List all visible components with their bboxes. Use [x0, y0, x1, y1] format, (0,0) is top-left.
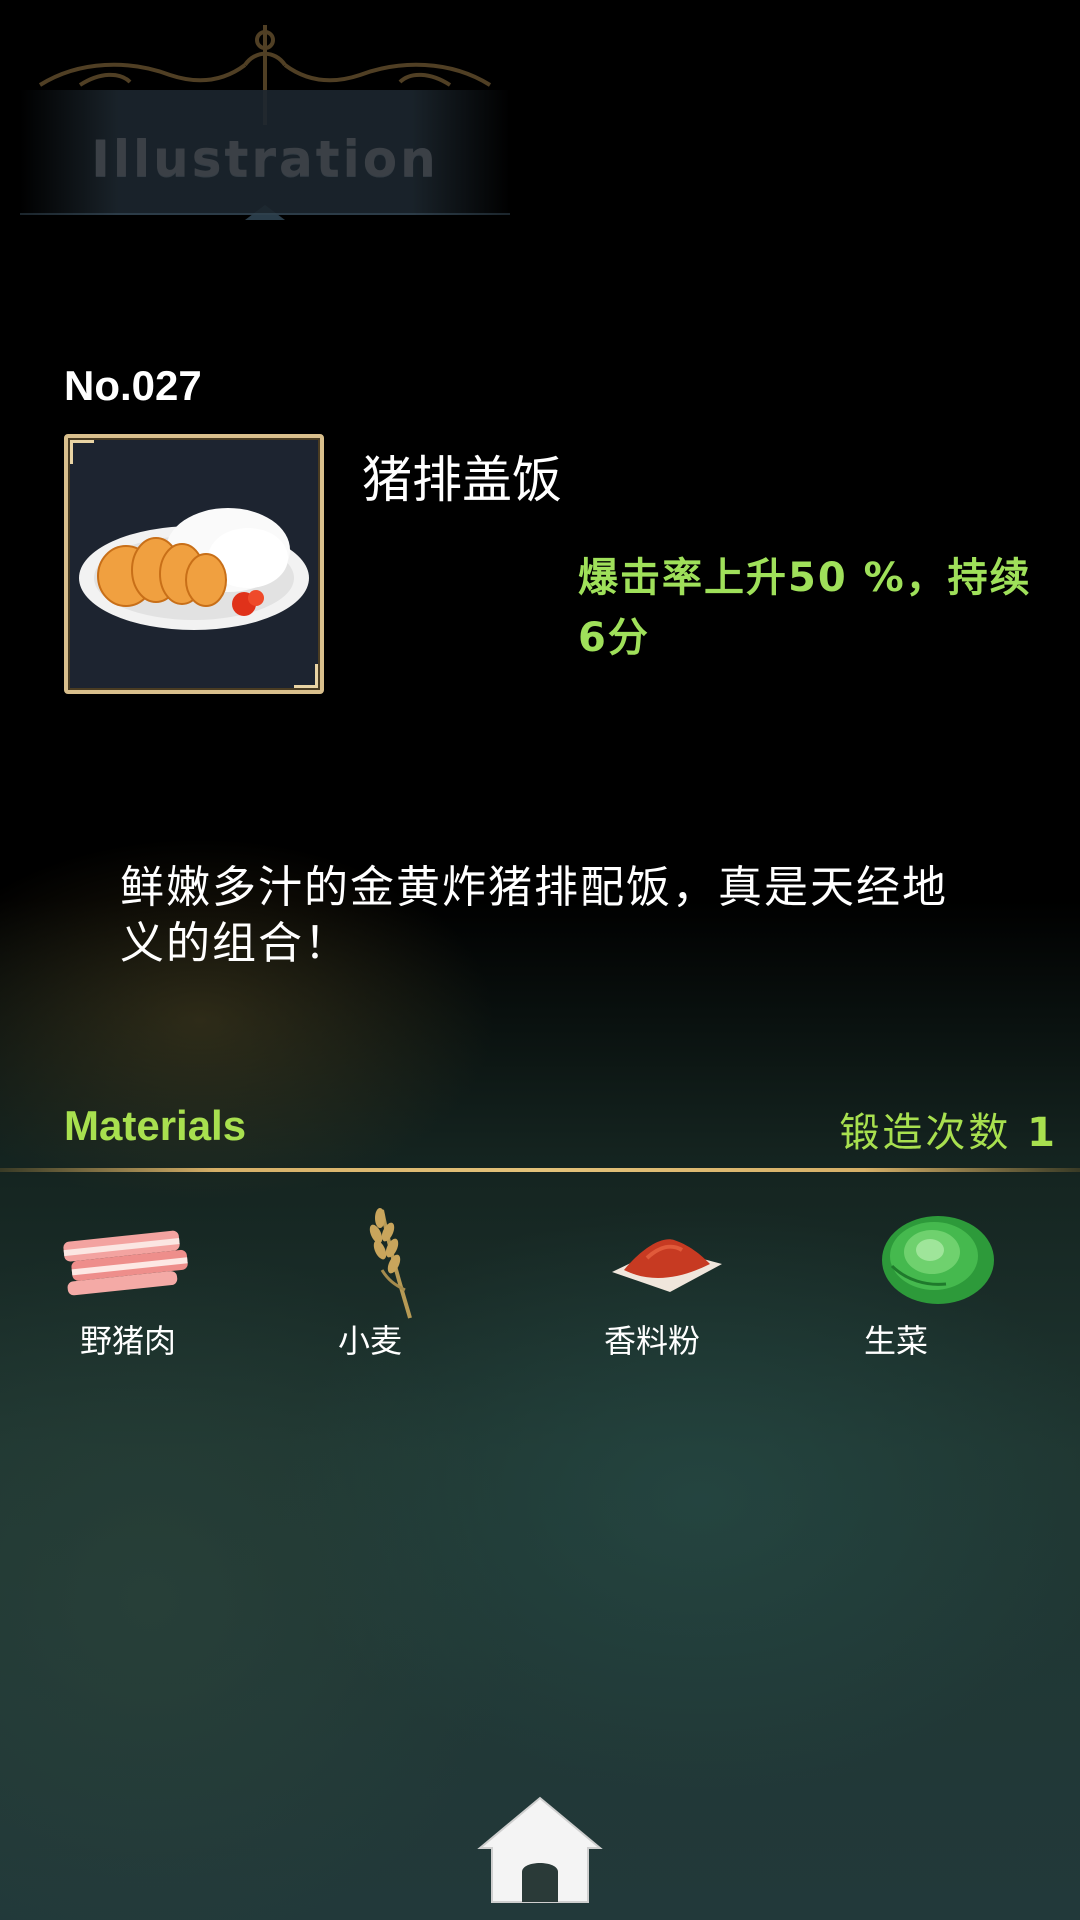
- divider: [0, 1168, 1080, 1172]
- bacon-icon: [63, 1230, 188, 1296]
- material-item-spice-powder[interactable]: 香料粉: [552, 1200, 752, 1370]
- spice-powder-icon: [612, 1239, 722, 1292]
- material-item-wheat[interactable]: 小麦: [270, 1200, 470, 1370]
- home-icon: [477, 1796, 603, 1903]
- forge-count: 锻造次数 1: [839, 1100, 1058, 1158]
- page-title: Illustration: [91, 130, 439, 188]
- header-emblem: Illustration: [20, 10, 510, 225]
- home-button[interactable]: [470, 1790, 610, 1920]
- forge-count-value: 1: [1027, 1110, 1058, 1156]
- materials-heading: Materials: [64, 1102, 247, 1149]
- pork-cutlet-rice-icon: [79, 508, 309, 630]
- material-item-lettuce[interactable]: 生菜: [796, 1200, 996, 1370]
- lettuce-icon: [882, 1216, 994, 1304]
- material-item-bacon[interactable]: 野猪肉: [28, 1200, 228, 1370]
- material-label: 生菜: [863, 1322, 928, 1360]
- material-label: 小麦: [337, 1322, 402, 1360]
- item-effect: 爆击率上升50 %，持续 6分: [578, 555, 1032, 661]
- item-number: No.027: [64, 362, 202, 409]
- material-label: 香料粉: [603, 1322, 700, 1360]
- item-icon-frame: [64, 434, 324, 694]
- forge-count-label: 锻造次数: [839, 1110, 1012, 1156]
- item-name: 猪排盖饭: [362, 451, 562, 509]
- item-description: 鲜嫩多汁的金黄炸猪排配饭，真是天经地义的组合！: [120, 862, 948, 969]
- material-label: 野猪肉: [79, 1322, 176, 1360]
- wheat-icon: [369, 1208, 412, 1319]
